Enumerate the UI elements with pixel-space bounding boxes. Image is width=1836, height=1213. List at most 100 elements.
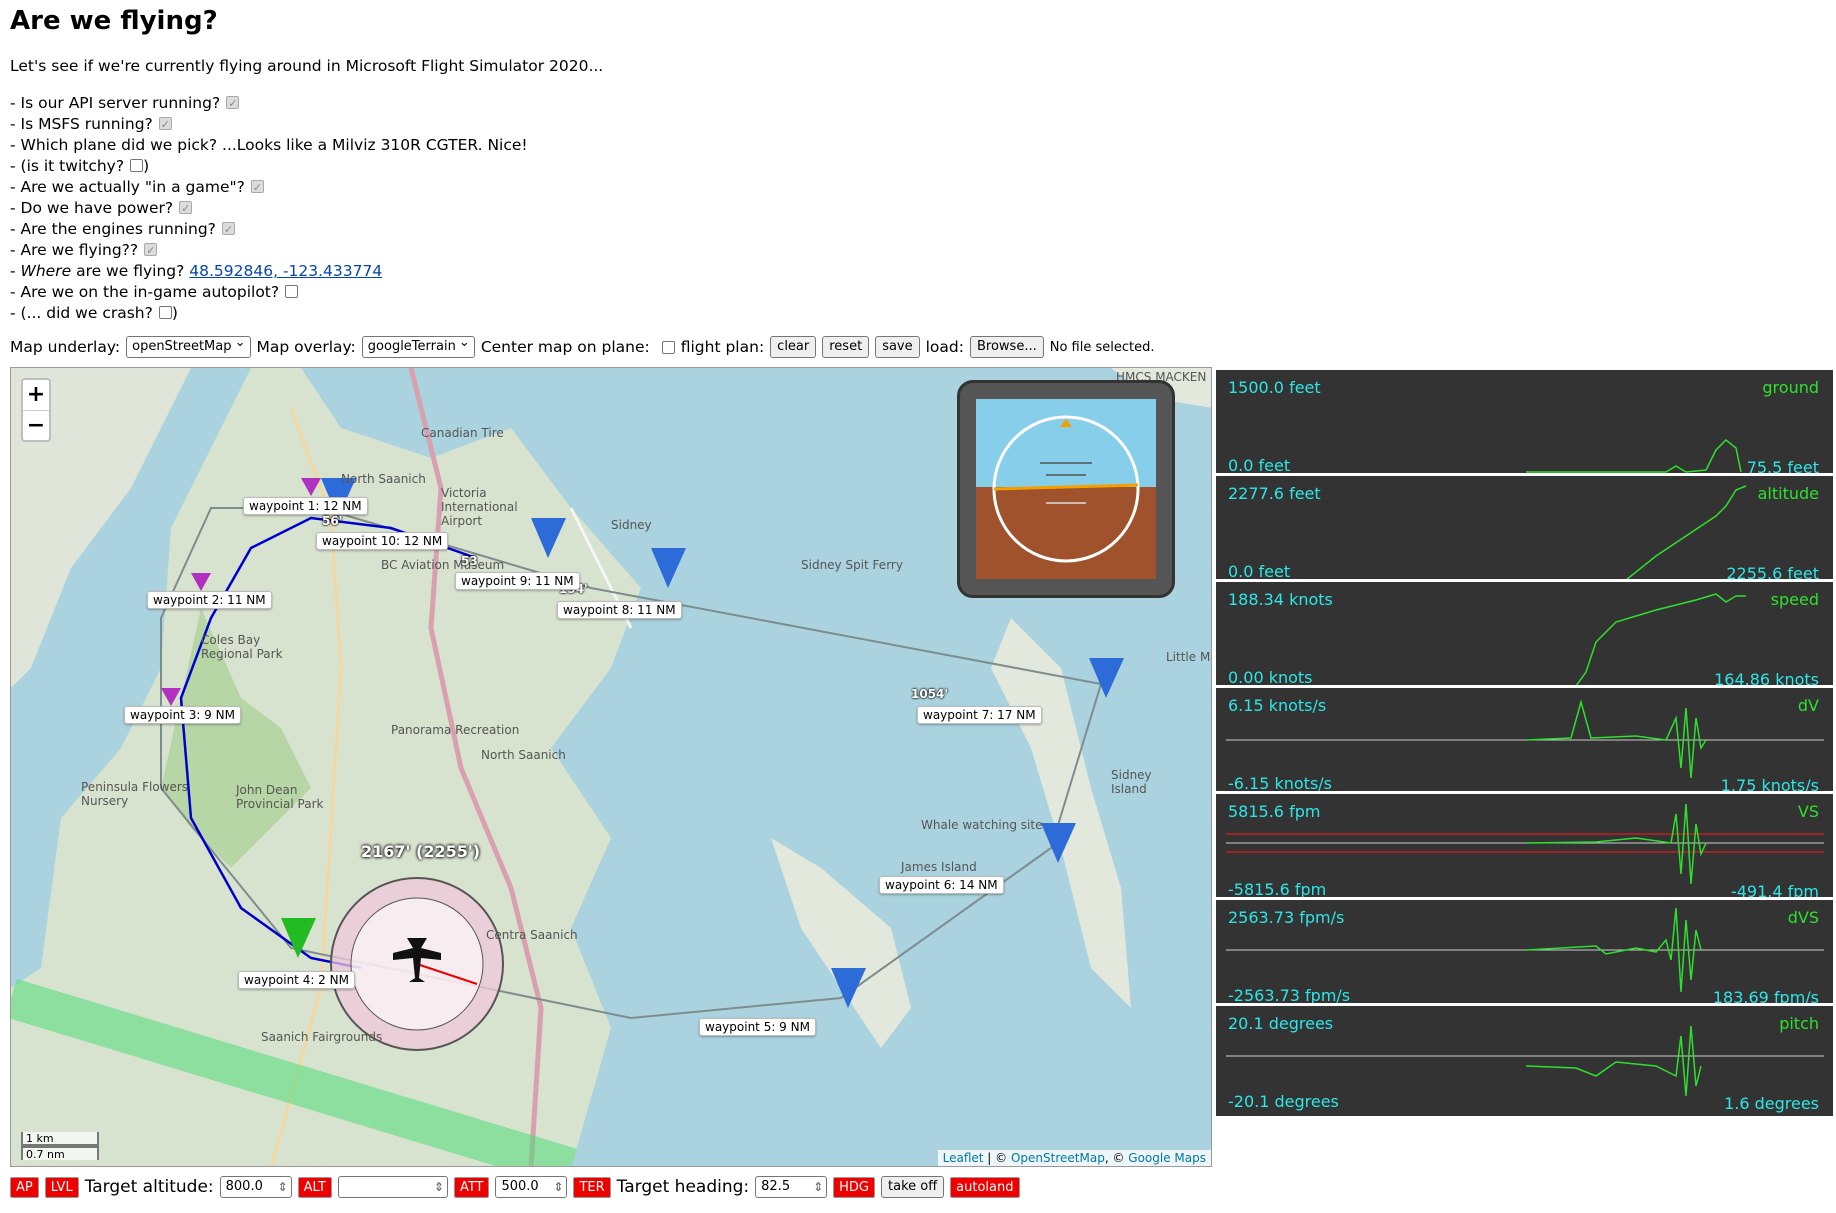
question-in-game: - Are we actually "in a game"? [10, 177, 528, 198]
map-place-spit-ferry: Sidney Spit Ferry [801, 558, 903, 572]
question-msfs: - Is MSFS running? [10, 114, 528, 135]
api-checkbox[interactable] [226, 93, 240, 114]
map-controls: Map underlay: openStreetMap Map overlay:… [10, 333, 1155, 358]
underlay-label: Map underlay: [10, 338, 121, 356]
attitude-ground [976, 487, 1156, 579]
clear-button[interactable]: clear [770, 336, 817, 358]
take-off-button[interactable]: take off [881, 1176, 945, 1198]
question-text: - Are we flying?? [10, 241, 139, 259]
target-heading-label: Target heading: [616, 1177, 750, 1197]
map-place-coles-bay: Coles Bay Regional Park [201, 633, 283, 661]
graph-pitch: 20.1 degrees pitch -20.1 degrees 1.6 deg… [1216, 1003, 1836, 1119]
save-button[interactable]: save [875, 336, 920, 358]
map-place-whale-watching: Whale watching site [921, 818, 1043, 832]
waypoint-3-label[interactable]: waypoint 3: 9 NM [124, 706, 241, 724]
att-button[interactable]: ATT [453, 1176, 490, 1198]
target-heading-input[interactable]: 82.5 [755, 1176, 828, 1198]
map-place-little-m: Little M [1166, 650, 1211, 664]
map-place-fairgrounds: Saanich Fairgrounds [261, 1030, 383, 1044]
waypoint-9-label[interactable]: waypoint 9: 11 NM [455, 572, 580, 590]
waypoint-1-elevation: 56' [322, 514, 343, 528]
engines-checkbox[interactable] [221, 219, 235, 240]
waypoint-2-label[interactable]: waypoint 2: 11 NM [147, 591, 272, 609]
alt-button[interactable]: ALT [297, 1176, 332, 1198]
google-maps-link[interactable]: Google Maps [1128, 1151, 1206, 1165]
waypoint-1-label[interactable]: waypoint 1: 12 NM [243, 497, 368, 515]
question-text: - Are we on the in-game autopilot? [10, 283, 280, 301]
question-text: - [10, 262, 21, 280]
coordinates-link[interactable]: 48.592846, -123.433774 [189, 262, 382, 280]
zoom-out-button[interactable]: − [23, 410, 49, 440]
target-altitude-input[interactable]: 800.0 [219, 1176, 292, 1198]
question-api: - Is our API server running? [10, 93, 528, 114]
waypoint-6-label[interactable]: waypoint 6: 14 NM [879, 876, 1004, 894]
status-questions: - Is our API server running? - Is MSFS r… [10, 93, 528, 324]
alt-input[interactable] [337, 1176, 448, 1198]
waypoint-5-label[interactable]: waypoint 5: 9 NM [699, 1018, 816, 1036]
browse-button[interactable]: Browse... [969, 336, 1044, 358]
twitchy-checkbox[interactable] [130, 159, 144, 172]
graph-line [1596, 485, 1747, 581]
osm-link[interactable]: OpenStreetMap [1011, 1151, 1105, 1165]
underlay-select[interactable]: openStreetMap [126, 333, 251, 358]
question-text: - Do we have power? [10, 199, 174, 217]
flying-checkbox[interactable] [144, 240, 158, 261]
waypoint-7-label[interactable]: waypoint 7: 17 NM [917, 706, 1042, 724]
file-status: No file selected. [1049, 339, 1155, 355]
map[interactable]: Canadian Tire North Saanich Victoria Int… [10, 367, 1212, 1167]
graph-altitude: 2277.6 feet altitude 0.0 feet 2255.6 fee… [1216, 473, 1836, 589]
map-place-peninsula-flowers: Peninsula Flowers Nursery [81, 780, 189, 808]
in-game-checkbox[interactable] [250, 177, 264, 198]
graph-line [1526, 438, 1742, 473]
page-title: Are we flying? [10, 6, 218, 36]
power-checkbox[interactable] [179, 198, 193, 219]
overlay-select[interactable]: googleTerrain [361, 333, 475, 358]
att-input[interactable]: 500.0 [495, 1176, 568, 1198]
waypoint-4-label[interactable]: waypoint 4: 2 NM [238, 971, 355, 989]
graph-vs: 5815.6 fpm VS -5815.6 fpm -491.4 fpm [1216, 791, 1836, 907]
scale-nm: 0.7 nm [21, 1146, 99, 1161]
crash-checkbox[interactable] [158, 306, 172, 319]
graph-dvs-plot [1226, 907, 1824, 993]
autopilot-controls: AP LVL Target altitude: 800.0 ALT ATT 50… [10, 1176, 1020, 1198]
question-emphasis: Where [20, 262, 72, 280]
attitude-indicator-graphic [976, 399, 1156, 579]
map-place-canadian-tire: Canadian Tire [421, 426, 504, 440]
msfs-checkbox[interactable] [158, 114, 172, 135]
lvl-button[interactable]: LVL [44, 1176, 79, 1198]
question-where: - Where are we flying? 48.592846, -123.4… [10, 261, 528, 282]
graph-ground-plot [1526, 438, 1742, 473]
ter-button[interactable]: TER [573, 1176, 611, 1198]
map-place-sidney: Sidney [611, 518, 652, 532]
question-power: - Do we have power? [10, 198, 528, 219]
map-scale: 1 km 0.7 nm [21, 1132, 99, 1161]
graph-line [1525, 803, 1707, 885]
question-text: - Is our API server running? [10, 94, 221, 112]
zoom-in-button[interactable]: + [23, 380, 49, 410]
question-twitchy: - (is it twitchy?) [10, 156, 528, 177]
ap-button[interactable]: AP [10, 1176, 39, 1198]
map-place-airport: Victoria International Airport [441, 486, 518, 528]
hdg-button[interactable]: HDG [833, 1176, 875, 1198]
autoland-button[interactable]: autoland [950, 1176, 1020, 1198]
map-place-james-island: James Island [901, 860, 977, 874]
scale-km: 1 km [21, 1132, 99, 1146]
zoom-control: + − [21, 378, 51, 442]
intro-text: Let's see if we're currently flying arou… [10, 57, 604, 75]
waypoint-8-label[interactable]: waypoint 8: 11 NM [557, 601, 682, 619]
autopilot-checkbox[interactable] [285, 285, 299, 298]
reset-button[interactable]: reset [822, 336, 870, 358]
graph-altitude-plot [1596, 485, 1747, 581]
leaflet-link[interactable]: Leaflet [943, 1151, 984, 1165]
graph-dvs: 2563.73 fpm/s dVS -2563.73 fpm/s 183.69 … [1216, 897, 1836, 1013]
map-place-central-saanich: Centra Saanich [486, 928, 578, 942]
map-place-aviation-museum: BC Aviation Museum [381, 558, 505, 572]
question-text: are we flying? [71, 262, 190, 280]
waypoint-10-label[interactable]: waypoint 10: 12 NM [316, 532, 449, 550]
center-map-checkbox[interactable] [661, 340, 675, 354]
question-autopilot: - Are we on the in-game autopilot? [10, 282, 528, 303]
attitude-indicator [957, 380, 1175, 598]
target-altitude-label: Target altitude: [84, 1177, 214, 1197]
question-crash: - (... did we crash?) [10, 303, 528, 324]
attribution-separator: | © [983, 1151, 1011, 1165]
